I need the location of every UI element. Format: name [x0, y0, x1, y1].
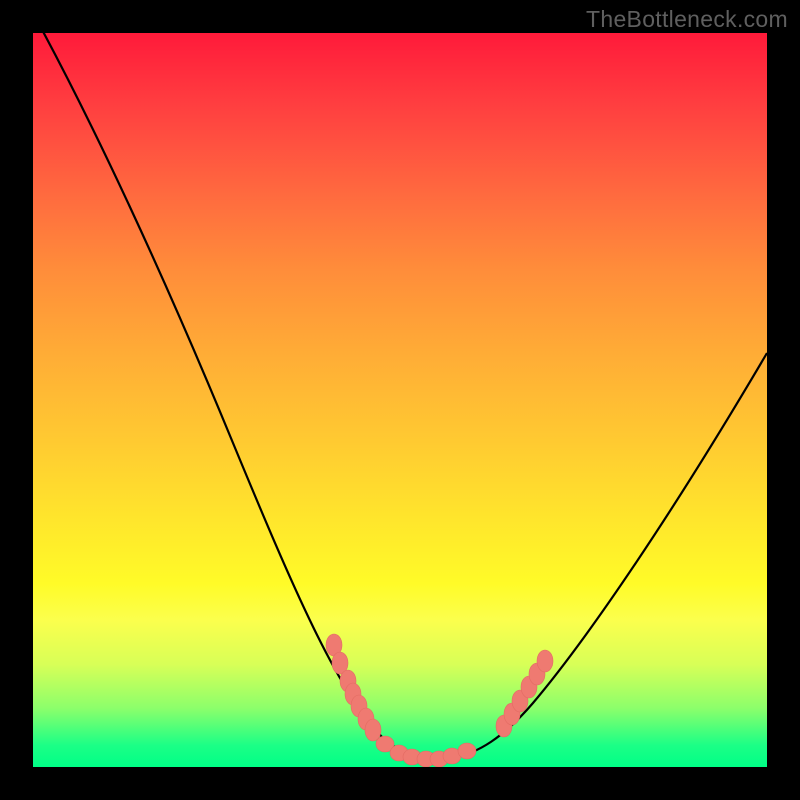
watermark-text: TheBottleneck.com — [586, 6, 788, 33]
bottleneck-curve-line — [33, 33, 767, 760]
plot-area — [33, 33, 767, 767]
curve-layer — [33, 33, 767, 767]
chart-frame: TheBottleneck.com — [0, 0, 800, 800]
marker-dot — [365, 719, 381, 741]
scatter-markers — [326, 634, 553, 767]
marker-dot — [537, 650, 553, 672]
marker-dot — [458, 743, 476, 759]
